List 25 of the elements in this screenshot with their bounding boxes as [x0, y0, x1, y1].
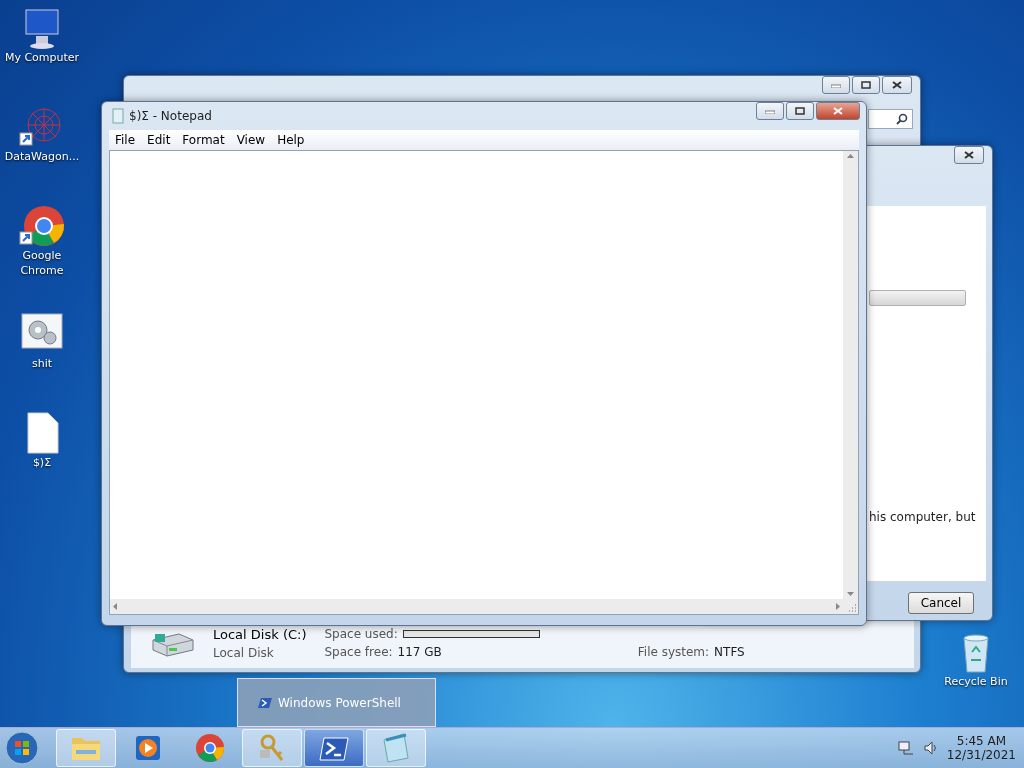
- dialog-message: his computer, but: [869, 510, 976, 524]
- field-label: Space used:: [324, 627, 398, 641]
- thumbnail-label: Windows PowerShell: [278, 695, 401, 710]
- clock[interactable]: 5:45 AM 12/31/2021: [946, 734, 1016, 762]
- desktop-icon-label[interactable]: Google Chrome: [0, 248, 84, 278]
- menu-item[interactable]: Format: [176, 133, 231, 147]
- clock-date: 12/31/2021: [946, 748, 1016, 762]
- menu-item[interactable]: File: [109, 133, 142, 147]
- clock-time: 5:45 AM: [956, 734, 1007, 748]
- field-value: 117 GB: [397, 645, 442, 659]
- field-value: NTFS: [714, 645, 745, 659]
- window-title: $)Σ - Notepad: [129, 109, 212, 123]
- desktop-icon-label[interactable]: Recycle Bin: [944, 674, 1008, 689]
- menu-item[interactable]: Edit: [141, 133, 177, 147]
- menu-item[interactable]: View: [230, 133, 272, 147]
- cancel-button[interactable]: Cancel: [908, 592, 974, 614]
- desktop-icon-label[interactable]: My Computer: [4, 50, 80, 65]
- field-label: Space free:: [324, 645, 393, 659]
- field-label: File system:: [637, 645, 710, 659]
- drive-type: Local Disk: [213, 645, 275, 660]
- desktop-icon-label[interactable]: shit: [31, 356, 53, 371]
- drive-name: Local Disk (C:): [213, 626, 307, 642]
- desktop-icon-label[interactable]: DataWagon...: [4, 149, 80, 164]
- menu-item[interactable]: Help: [271, 133, 311, 147]
- desktop-icon-label[interactable]: $)Σ: [32, 455, 52, 470]
